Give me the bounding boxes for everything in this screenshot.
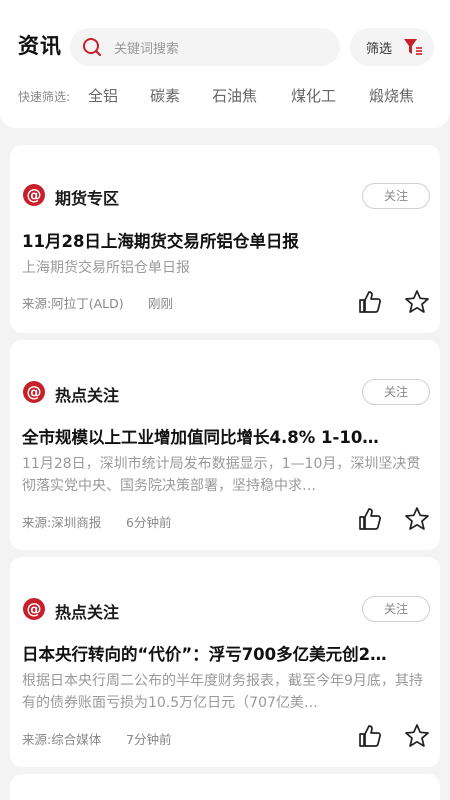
news-card-partial[interactable] bbox=[10, 774, 440, 800]
news-headline[interactable]: 11月28日上海期货交易所铝仓单日报 bbox=[22, 228, 428, 252]
news-card[interactable]: @ 热点关注 关注 日本央行转向的“代价”：浮亏700多亿美元创2… 根据日本央… bbox=[10, 557, 440, 767]
filter-label: 筛选 bbox=[366, 42, 393, 57]
quick-filter-duanshaojiao[interactable]: 煅烧焦 bbox=[369, 85, 414, 106]
news-summary: 11月28日，深圳市统计局发布数据显示，1—10月，深圳坚决贯彻落实党中央、国务… bbox=[22, 456, 421, 494]
star-icon[interactable] bbox=[404, 506, 430, 532]
svg-text:@: @ bbox=[27, 600, 42, 618]
news-headline[interactable]: 日本央行转向的“代价”：浮亏700多亿美元创2… bbox=[22, 641, 428, 665]
thumbs-up-icon[interactable] bbox=[357, 506, 383, 532]
search-input[interactable]: 关键词搜索 bbox=[70, 28, 340, 66]
news-source: 来源:深圳商报 bbox=[22, 515, 102, 530]
star-icon[interactable] bbox=[404, 289, 430, 315]
news-source: 来源:阿拉丁(ALD) bbox=[22, 296, 124, 311]
news-time: 6分钟前 bbox=[126, 515, 172, 530]
quick-filter-shiyoujiao[interactable]: 石油焦 bbox=[212, 85, 257, 106]
news-card[interactable]: @ 热点关注 关注 全市规模以上工业增加值同比增长4.8% 1-10… 11月2… bbox=[10, 340, 440, 550]
news-card[interactable]: @ 期货专区 关注 11月28日上海期货交易所铝仓单日报 上海期货交易所铝仓单日… bbox=[10, 145, 440, 333]
news-headline[interactable]: 全市规模以上工业增加值同比增长4.8% 1-10… bbox=[22, 424, 428, 448]
news-summary: 上海期货交易所铝仓单日报 bbox=[22, 260, 190, 276]
page-title: 资讯 bbox=[18, 34, 62, 58]
star-icon[interactable] bbox=[404, 723, 430, 749]
thumbs-up-icon[interactable] bbox=[357, 723, 383, 749]
svg-text:@: @ bbox=[27, 186, 42, 204]
follow-button[interactable]: 关注 bbox=[362, 379, 430, 405]
category-label: 热点关注 bbox=[55, 603, 120, 622]
at-sign-icon: @ bbox=[23, 598, 45, 620]
search-icon bbox=[83, 38, 102, 57]
quick-filter-label: 快速筛选: bbox=[18, 90, 71, 104]
news-time: 刚刚 bbox=[148, 296, 174, 311]
news-summary: 根据日本央行周二公布的半年度财务报表，截至今年9月底，其持有的债券账面亏损为10… bbox=[22, 673, 423, 711]
svg-text:@: @ bbox=[27, 383, 42, 401]
follow-button[interactable]: 关注 bbox=[362, 596, 430, 622]
filter-button[interactable]: 筛选 bbox=[350, 28, 434, 66]
quick-filter-meihuagong[interactable]: 煤化工 bbox=[291, 85, 336, 106]
category-label: 期货专区 bbox=[55, 189, 120, 208]
top-header: 资讯 关键词搜索 筛选 快速筛选: 全铝 碳素 石油焦 煤化工 煅烧焦 bbox=[0, 0, 450, 128]
at-sign-icon: @ bbox=[23, 381, 45, 403]
news-source: 来源:综合媒体 bbox=[22, 732, 102, 747]
search-placeholder: 关键词搜索 bbox=[114, 42, 180, 57]
news-time: 7分钟前 bbox=[126, 732, 172, 747]
quick-filter-tansu[interactable]: 碳素 bbox=[150, 85, 180, 106]
category-label: 热点关注 bbox=[55, 386, 120, 405]
thumbs-up-icon[interactable] bbox=[357, 289, 383, 315]
at-sign-icon: @ bbox=[23, 184, 45, 206]
follow-button[interactable]: 关注 bbox=[362, 183, 430, 209]
quick-filter-quanlv[interactable]: 全铝 bbox=[88, 85, 118, 106]
filter-icon bbox=[404, 39, 422, 55]
